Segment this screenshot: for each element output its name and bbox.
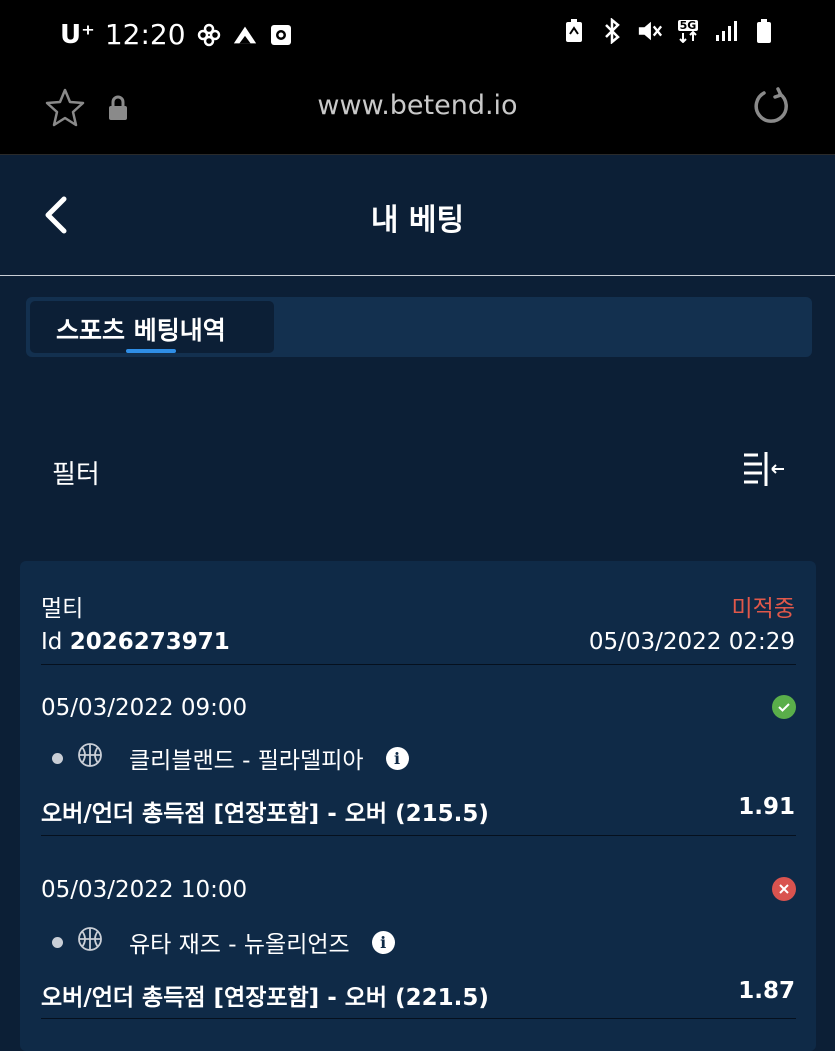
selection-odds: 1.87	[738, 978, 795, 1004]
reload-icon[interactable]	[750, 86, 792, 132]
page-header: 내 베팅	[0, 155, 835, 276]
selection-match: 클리블랜드 - 필라델피아 i	[52, 741, 409, 775]
selection-datetime: 05/03/2022 10:00	[41, 877, 248, 903]
bet-type: 멀티	[41, 596, 84, 622]
filter-icon[interactable]	[742, 450, 786, 494]
selection-odds: 1.91	[738, 794, 795, 820]
tab-sports-bet-history[interactable]: 스포츠 베팅내역	[30, 301, 274, 353]
bet-datetime: 05/03/2022 02:29	[588, 629, 795, 655]
match-name: 유타 재즈 - 뉴올리언즈	[129, 932, 350, 958]
info-icon[interactable]: i	[371, 930, 395, 954]
bullet-dot	[52, 752, 63, 764]
tab-label: 스포츠 베팅내역	[56, 316, 226, 345]
selection-match: 유타 재즈 - 뉴올리언즈 i	[52, 925, 395, 959]
carrier-label: U⁺	[60, 19, 95, 50]
selection-datetime: 05/03/2022 09:00	[41, 695, 248, 721]
bet-status-badge: 미적중	[731, 596, 795, 622]
signal-icon	[713, 18, 739, 44]
match-name: 클리블랜드 - 필라델피아	[129, 748, 364, 774]
bet-id-value: 2026273971	[69, 629, 230, 655]
url-field[interactable]: www.betend.io	[0, 90, 835, 121]
cross-icon	[772, 877, 796, 901]
selection-market: 오버/언더 총득점 [연장포함] - 오버 (221.5)	[41, 985, 489, 1011]
divider	[41, 1018, 796, 1019]
divider	[41, 835, 796, 836]
filter-label[interactable]: 필터	[52, 454, 100, 491]
tab-bar: 스포츠 베팅내역	[26, 297, 812, 357]
check-icon	[772, 695, 796, 719]
bullet-dot	[52, 936, 63, 948]
bet-id: Id 2026273971	[41, 629, 230, 655]
mute-icon	[637, 18, 663, 44]
basketball-icon	[77, 742, 103, 774]
battery-saver-icon	[561, 18, 587, 44]
mountain-icon	[232, 22, 258, 48]
bluetooth-icon	[599, 18, 625, 44]
camera-icon	[268, 22, 294, 48]
page-title: 내 베팅	[370, 203, 465, 238]
divider	[41, 664, 796, 665]
clock: 12:20	[104, 18, 186, 51]
browser-bar: www.betend.io	[0, 72, 835, 155]
tab-active-indicator	[126, 349, 176, 353]
fan-icon	[196, 22, 222, 48]
status-bar: U⁺ 12:20 5G	[0, 0, 835, 72]
bet-id-label: Id	[41, 629, 63, 655]
basketball-icon	[77, 926, 103, 958]
selection-market: 오버/언더 총득점 [연장포함] - 오버 (215.5)	[41, 801, 489, 827]
info-icon[interactable]: i	[385, 746, 409, 770]
bet-card[interactable]: 멀티 미적중 Id 2026273971 05/03/2022 02:29 05…	[20, 561, 816, 1051]
battery-icon	[751, 18, 777, 44]
network-5g-icon: 5G	[675, 18, 701, 44]
